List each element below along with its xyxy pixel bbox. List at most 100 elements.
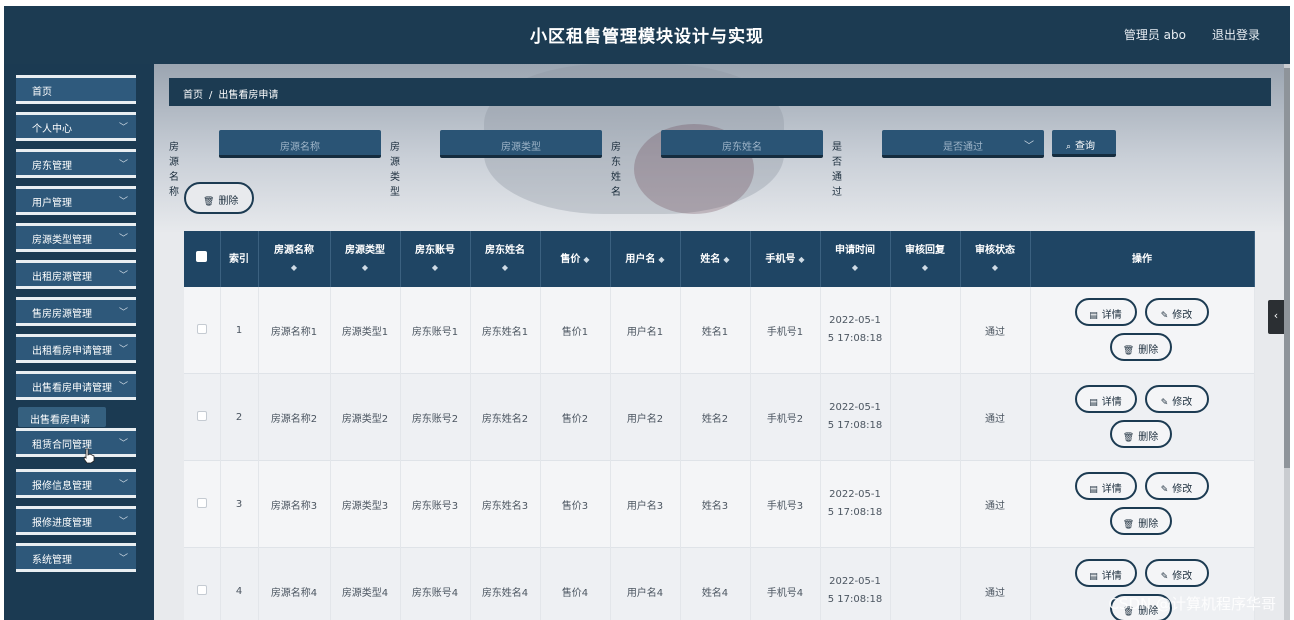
row-checkbox[interactable] [196,497,207,508]
sidebar-item-lease-contract[interactable]: 租赁合同管理 ﹀ [16,428,136,457]
sort-icon[interactable]: ◆ [891,259,960,276]
sort-icon[interactable]: ◆ [961,259,1030,276]
col-header-phone[interactable]: 手机号 ◆ [750,231,821,287]
select-all-checkbox[interactable] [196,250,208,262]
hand-cursor-icon [83,448,95,464]
edit-button[interactable]: ✎ 修改 [1144,298,1209,326]
col-header-price[interactable]: 售价 ◆ [540,231,611,287]
search-icon: ⌕ [1066,142,1072,152]
chevron-down-icon: ﹀ [118,234,128,244]
row-checkbox[interactable] [196,410,207,421]
sidebar-item-users[interactable]: 用户管理 ﹀ [16,186,136,215]
app-title: 小区租售管理模块设计与实现 [530,27,764,47]
sidebar-item-sale-listings[interactable]: 售房房源管理 ﹀ [16,297,136,326]
col-header-name[interactable]: 房源名称 ◆ [258,231,331,287]
detail-button[interactable]: ▤ 详情 [1074,559,1137,587]
collapse-handle[interactable]: ‹ [1268,300,1284,334]
row-select-cell[interactable] [184,547,221,620]
col-header-actions: 操作 [1030,231,1255,287]
sort-icon[interactable]: ◆ [331,259,400,276]
cell-time: 2022-05-1 5 17:08:18 [820,287,891,374]
cell-price: 售价1 [540,287,611,374]
col-header-time[interactable]: 申请时间 ◆ [820,231,891,287]
scrollbar-thumb[interactable] [1284,68,1290,468]
property-name-input[interactable]: 房源名称 [219,130,381,158]
delete-button[interactable]: 🗑 删除 [1109,333,1172,361]
logout-link[interactable]: 退出登录 [1212,26,1260,43]
sidebar-item-rental-viewing[interactable]: 出租看房申请管理 ﹀ [16,334,136,363]
edit-button[interactable]: ✎ 修改 [1144,472,1209,500]
sidebar-item-personal-center[interactable]: 个人中心 ﹀ [16,112,136,141]
edit-button[interactable]: ✎ 修改 [1144,559,1209,587]
breadcrumb-separator: / [209,90,213,101]
approved-select[interactable]: 是否通过 ﹀ [882,130,1044,158]
cell-phone: 手机号1 [750,287,821,374]
col-header-index: 索引 [220,231,259,287]
cell-realname: 姓名3 [680,460,751,548]
submenu-item-sale-viewing-request[interactable]: 出售看房申请 [18,407,106,427]
breadcrumb: 首页 / 出售看房申请 [169,78,1271,106]
select-all-cell[interactable] [184,231,221,287]
cell-username: 用户名4 [610,547,681,620]
cell-type: 房源类型2 [330,373,401,461]
cell-type: 房源类型4 [330,547,401,620]
trash-icon: 🗑 [203,197,215,207]
col-header-realname[interactable]: 姓名 ◆ [680,231,751,287]
row-checkbox[interactable] [196,323,207,334]
sort-icon[interactable]: ◆ [259,259,330,276]
document-icon: ▤ [1089,485,1098,495]
detail-button[interactable]: ▤ 详情 [1074,298,1137,326]
vertical-scrollbar[interactable] [1284,64,1290,620]
col-header-account[interactable]: 房东账号 ◆ [400,231,471,287]
sidebar-item-repair-info[interactable]: 报修信息管理 ﹀ [16,469,136,498]
col-header-owner[interactable]: 房东姓名 ◆ [470,231,541,287]
sidebar-item-property-type[interactable]: 房源类型管理 ﹀ [16,223,136,252]
col-header-type[interactable]: 房源类型 ◆ [330,231,401,287]
sort-icon[interactable]: ◆ [583,255,589,264]
row-select-cell[interactable] [184,287,221,374]
sort-icon[interactable]: ◆ [658,255,664,264]
col-header-status[interactable]: 审核状态 ◆ [960,231,1031,287]
owner-name-input[interactable]: 房东姓名 [661,130,823,158]
property-type-input[interactable]: 房源类型 [440,130,602,158]
sidebar-item-rental-listings[interactable]: 出租房源管理 ﹀ [16,260,136,289]
trash-icon: 🗑 [1122,433,1135,443]
pencil-icon: ✎ [1160,485,1169,495]
detail-button[interactable]: ▤ 详情 [1074,385,1137,413]
detail-button[interactable]: ▤ 详情 [1074,472,1137,500]
cell-owner: 房东姓名2 [470,373,541,461]
sort-icon[interactable]: ◆ [821,259,890,276]
row-select-cell[interactable] [184,373,221,461]
cell-phone: 手机号4 [750,547,821,620]
bulk-delete-button[interactable]: 🗑 删除 [184,182,254,214]
chevron-down-icon: ﹀ [118,554,128,564]
row-checkbox[interactable] [196,584,207,595]
sort-icon[interactable]: ◆ [471,259,540,276]
sidebar-item-label: 房源类型管理 [32,235,92,246]
sort-icon[interactable]: ◆ [401,259,470,276]
cell-name: 房源名称4 [258,547,331,620]
row-select-cell[interactable] [184,460,221,548]
breadcrumb-home[interactable]: 首页 [183,90,203,101]
cell-actions: ▤ 详情 ✎ 修改 🗑 删除 [1030,460,1255,548]
sidebar-item-repair-progress[interactable]: 报修进度管理 ﹀ [16,506,136,535]
edit-button[interactable]: ✎ 修改 [1144,385,1209,413]
cell-owner: 房东姓名3 [470,460,541,548]
cell-phone: 手机号2 [750,373,821,461]
col-header-username[interactable]: 用户名 ◆ [610,231,681,287]
sidebar-item-system[interactable]: 系统管理 ﹀ [16,543,136,572]
sort-icon[interactable]: ◆ [723,255,729,264]
search-button[interactable]: ⌕ 查询 [1052,130,1116,157]
sidebar-item-home[interactable]: 首页 [16,75,136,104]
cell-account: 房东账号3 [400,460,471,548]
cell-index: 2 [220,373,259,461]
cell-index: 1 [220,287,259,374]
cell-actions: ▤ 详情 ✎ 修改 🗑 删除 [1030,287,1255,374]
delete-button[interactable]: 🗑 删除 [1109,507,1172,535]
sort-icon[interactable]: ◆ [798,255,804,264]
sidebar-item-landlord[interactable]: 房东管理 ﹀ [16,149,136,178]
delete-button[interactable]: 🗑 删除 [1109,420,1172,448]
col-header-reply[interactable]: 审核回复 ◆ [890,231,961,287]
cell-reply [890,287,961,374]
sidebar-item-sale-viewing[interactable]: 出售看房申请管理 ﹀ [16,371,136,400]
